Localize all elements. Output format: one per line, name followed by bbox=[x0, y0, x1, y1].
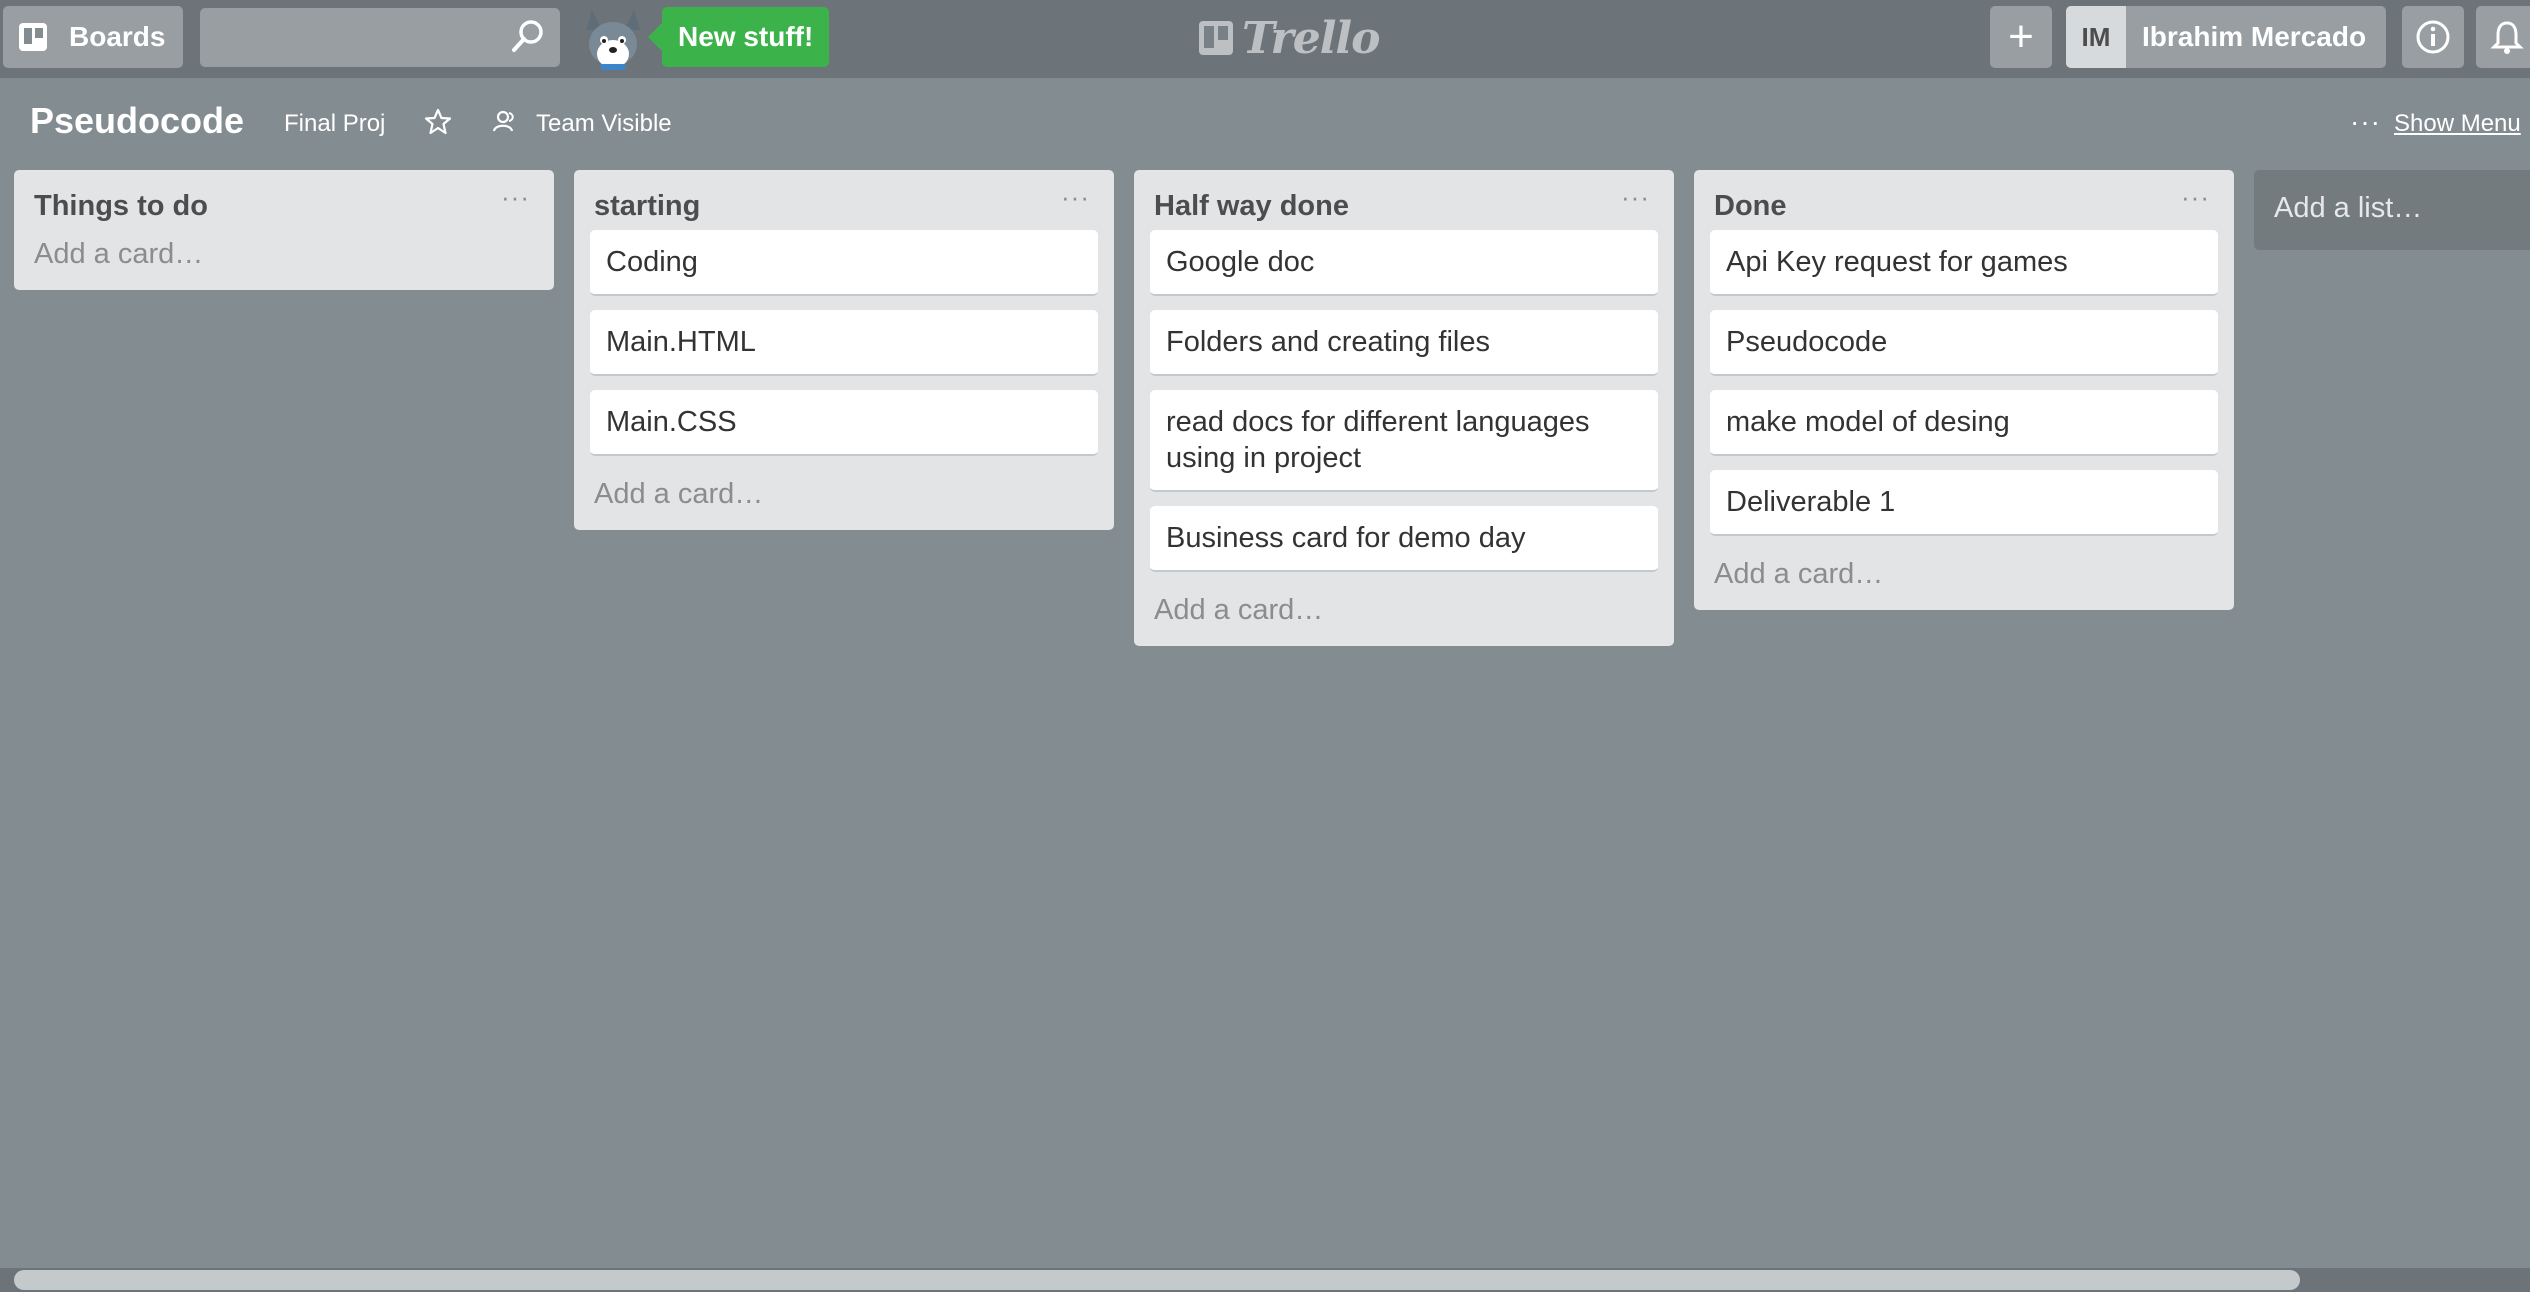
team-visible-icon[interactable] bbox=[492, 108, 518, 134]
card[interactable]: Deliverable 1 bbox=[1710, 470, 2218, 536]
list-header[interactable]: Done ··· bbox=[1710, 182, 2218, 230]
search-input[interactable] bbox=[200, 8, 560, 67]
card[interactable]: Folders and creating files bbox=[1150, 310, 1658, 376]
boards-button[interactable]: Boards bbox=[3, 6, 183, 68]
card[interactable]: Main.HTML bbox=[590, 310, 1098, 376]
list-title[interactable]: starting bbox=[590, 186, 1098, 226]
team-link[interactable]: Final Proj bbox=[284, 110, 385, 138]
card[interactable]: Coding bbox=[590, 230, 1098, 296]
more-icon[interactable]: ··· bbox=[2350, 106, 2381, 138]
card[interactable]: Pseudocode bbox=[1710, 310, 2218, 376]
card[interactable]: Google doc bbox=[1150, 230, 1658, 296]
info-button[interactable] bbox=[2402, 6, 2464, 68]
trello-logo-icon bbox=[1199, 21, 1233, 55]
list-title[interactable]: Things to do bbox=[30, 186, 538, 226]
card[interactable]: Business card for demo day bbox=[1150, 506, 1658, 572]
logo-text: Trello bbox=[1242, 12, 1380, 64]
board-header: Pseudocode Final Proj Team Visible ··· S… bbox=[0, 78, 2530, 168]
list-done: Done ··· Api Key request for games Pseud… bbox=[1694, 170, 2234, 610]
list-header[interactable]: starting ··· bbox=[590, 182, 1098, 230]
add-card-link[interactable]: Add a card… bbox=[590, 470, 1098, 512]
trello-logo[interactable]: Trello bbox=[1198, 10, 1380, 66]
plus-icon: + bbox=[2008, 12, 2034, 61]
user-name: Ibrahim Mercado bbox=[2142, 21, 2367, 52]
bell-icon bbox=[2490, 21, 2524, 54]
card[interactable]: Main.CSS bbox=[590, 390, 1098, 456]
add-list-button[interactable]: Add a list… bbox=[2254, 170, 2530, 250]
notifications-button[interactable] bbox=[2476, 6, 2530, 68]
avatar: IM bbox=[2066, 6, 2126, 68]
list-half-way-done: Half way done ··· Google doc Folders and… bbox=[1134, 170, 1674, 646]
boards-label: Boards bbox=[69, 21, 166, 52]
info-icon bbox=[2416, 20, 2450, 54]
card[interactable]: read docs for different languages using … bbox=[1150, 390, 1658, 492]
star-icon[interactable] bbox=[424, 108, 452, 136]
list-header[interactable]: Half way done ··· bbox=[1150, 182, 1658, 230]
add-button[interactable]: + bbox=[1990, 6, 2052, 68]
boards-icon bbox=[19, 23, 47, 51]
list-menu-icon[interactable]: ··· bbox=[501, 182, 530, 213]
list-menu-icon[interactable]: ··· bbox=[1061, 182, 1090, 213]
new-stuff-button[interactable]: New stuff! bbox=[647, 7, 830, 67]
visibility-label[interactable]: Team Visible bbox=[536, 110, 672, 138]
add-card-link[interactable]: Add a card… bbox=[1150, 586, 1658, 628]
user-menu-button[interactable]: IM Ibrahim Mercado bbox=[2066, 6, 2386, 68]
card[interactable]: make model of desing bbox=[1710, 390, 2218, 456]
board-title[interactable]: Pseudocode bbox=[30, 100, 244, 142]
scrollbar-thumb[interactable] bbox=[14, 1270, 2300, 1290]
list-title[interactable]: Done bbox=[1710, 186, 2218, 226]
search-icon[interactable] bbox=[510, 18, 546, 54]
list-things-to-do: Things to do ··· Add a card… bbox=[14, 170, 554, 290]
card[interactable]: Api Key request for games bbox=[1710, 230, 2218, 296]
list-menu-icon[interactable]: ··· bbox=[2181, 182, 2210, 213]
taco-mascot-icon[interactable] bbox=[578, 4, 648, 76]
list-title[interactable]: Half way done bbox=[1150, 186, 1658, 226]
list-header[interactable]: Things to do ··· bbox=[30, 182, 538, 230]
show-menu-link[interactable]: Show Menu bbox=[2394, 110, 2521, 138]
add-card-link[interactable]: Add a card… bbox=[30, 230, 538, 272]
add-card-link[interactable]: Add a card… bbox=[1710, 550, 2218, 592]
list-menu-icon[interactable]: ··· bbox=[1621, 182, 1650, 213]
list-starting: starting ··· Coding Main.HTML Main.CSS A… bbox=[574, 170, 1114, 530]
top-bar: Boards New stuff! Trello + IM Ibrahim Me… bbox=[0, 0, 2530, 78]
